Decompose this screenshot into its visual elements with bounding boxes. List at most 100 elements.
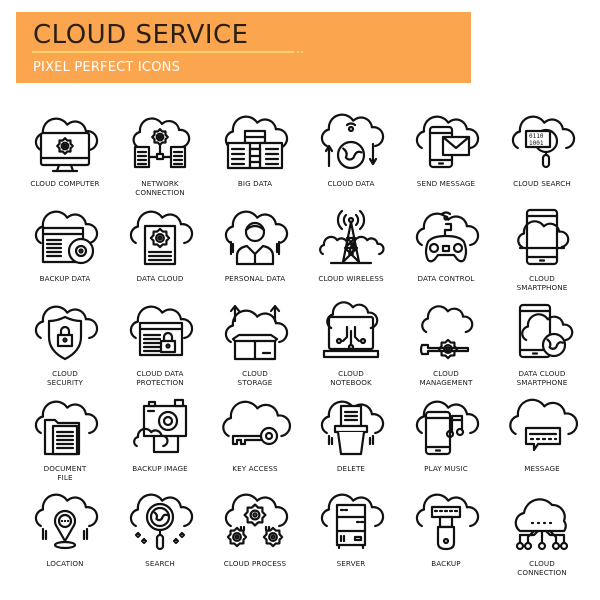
search-icon	[129, 493, 194, 551]
data-control-icon	[415, 211, 480, 263]
icon-label-line: FILE	[57, 472, 73, 482]
icon-label: LOCATION	[13, 559, 117, 569]
icon-tile-cloud-management: CLOUD MANAGEMENT	[398, 298, 494, 393]
icon-label: CLOUD SECURITY	[13, 369, 117, 387]
svg-text:1001: 1001	[529, 140, 544, 147]
cloud-notebook-icon	[322, 301, 380, 359]
icon-label-line: SEND MESSAGE	[416, 179, 476, 188]
icon-label: DATA CLOUD SMARTPHONE	[490, 369, 594, 387]
icon-tile-cloud-smartphone: CLOUD SMARTPHONE	[494, 203, 590, 298]
icon-label-line: CLOUD COMPUTER	[30, 179, 100, 188]
icon-label-line: BACKUP DATA	[39, 274, 91, 283]
icon-label-line: SEARCH	[145, 559, 175, 568]
icon-label: DATA CONTROL	[394, 274, 498, 284]
send-message-icon	[415, 115, 480, 169]
backup-image-icon	[133, 398, 188, 454]
icon-label-line: DELETE	[336, 464, 366, 473]
icon-tile-server: SERVER	[303, 488, 399, 583]
icon-tile-document-file: DOCUMENT FILE	[17, 393, 113, 488]
icon-label: NETWORK CONNECTION	[108, 179, 212, 197]
delete-icon	[320, 400, 385, 456]
icon-label: DOCUMENT FILE	[13, 464, 117, 482]
icon-tile-search: SEARCH	[112, 488, 208, 583]
icon-tile-cloud-process: CLOUD PROCESS	[207, 488, 303, 583]
icon-tile-network-connection: NETWORK CONNECTION	[112, 108, 208, 203]
icon-label: CLOUD COMPUTER	[13, 179, 117, 189]
icon-label-line: SERVER	[336, 559, 366, 568]
location-icon	[34, 493, 99, 550]
icon-label-line: BACKUP	[431, 559, 461, 568]
icon-tile-cloud-wireless: CLOUD WIRELESS	[303, 203, 399, 298]
data-cloud-icon	[129, 210, 194, 266]
svg-text:0110: 0110	[529, 133, 544, 140]
icon-label: CLOUD NOTEBOOK	[299, 369, 403, 387]
icon-tile-location: LOCATION	[17, 488, 113, 583]
icon-label: CLOUD STORAGE	[203, 369, 307, 387]
icon-label-line: PROTECTION	[136, 377, 184, 387]
icon-label-line: CLOUD SEARCH	[513, 179, 571, 188]
icon-label: MESSAGE	[490, 464, 594, 474]
key-access-icon	[222, 400, 292, 446]
data-cloud-smartphone-icon	[518, 303, 574, 359]
icon-label: DELETE	[299, 464, 403, 474]
icon-label-line: NOTEBOOK	[330, 377, 372, 387]
icon-tile-send-message: SEND MESSAGE	[398, 108, 494, 203]
icon-tile-backup-image: BACKUP IMAGE	[112, 393, 208, 488]
icon-label: BACKUP	[394, 559, 498, 569]
icon-label-line: MESSAGE	[524, 464, 560, 473]
message-icon	[509, 398, 579, 452]
icon-tile-message: MESSAGE	[494, 393, 590, 488]
icon-label: CLOUD DATA	[299, 179, 403, 189]
icon-tile-cloud-data: CLOUD DATA	[303, 108, 399, 203]
icon-label-line: CLOUD DATA	[327, 179, 375, 188]
document-file-icon	[34, 400, 99, 456]
cloud-process-icon	[224, 493, 289, 548]
icon-label: PLAY MUSIC	[394, 464, 498, 474]
icon-label: SEND MESSAGE	[394, 179, 498, 189]
icon-label-line: PERSONAL DATA	[224, 274, 286, 283]
cloud-management-icon	[419, 305, 474, 360]
icon-tile-backup-data: BACKUP DATA	[17, 203, 113, 298]
icon-tile-data-cloud: DATA CLOUD	[112, 203, 208, 298]
icon-label: SEARCH	[108, 559, 212, 569]
icon-tile-data-control: DATA CONTROL	[398, 203, 494, 298]
icon-label-line: STORAGE	[237, 377, 273, 387]
icon-label: CLOUD MANAGEMENT	[394, 369, 498, 387]
page-subtitle: PIXEL PERFECT ICONS	[33, 60, 181, 75]
icon-label: BIG DATA	[203, 179, 307, 189]
icon-label-line: SECURITY	[46, 377, 84, 387]
cloud-security-icon	[34, 305, 99, 361]
icon-tile-backup: BACKUP	[398, 488, 494, 583]
icon-label: CLOUD PROCESS	[203, 559, 307, 569]
server-icon	[320, 493, 385, 550]
icon-label: CLOUD CONNECTION	[490, 559, 594, 577]
icon-tile-cloud-data-protection: CLOUD DATA PROTECTION	[112, 298, 208, 393]
icon-label: PERSONAL DATA	[203, 274, 307, 284]
icon-label: CLOUD SMARTPHONE	[490, 274, 594, 292]
icon-label-line: LOCATION	[46, 559, 84, 568]
backup-icon	[415, 493, 480, 551]
network-connection-icon	[132, 117, 191, 169]
cloud-storage-icon	[224, 304, 289, 361]
icon-label: DATA CLOUD	[108, 274, 212, 284]
icon-label-line: DATA CLOUD	[136, 274, 184, 283]
icon-tile-personal-data: PERSONAL DATA	[207, 203, 303, 298]
icon-label-line: PLAY MUSIC	[424, 464, 468, 473]
big-data-icon	[224, 115, 289, 170]
icon-tile-play-music: PLAY MUSIC	[398, 393, 494, 488]
icon-label-line: SMARTPHONE	[516, 282, 568, 292]
title-underline	[32, 51, 294, 53]
icon-tile-key-access: KEY ACCESS	[207, 393, 303, 488]
icon-tile-delete: DELETE	[303, 393, 399, 488]
backup-data-icon	[34, 210, 99, 265]
icon-tile-cloud-connection: CLOUD CONNECTION	[494, 488, 590, 583]
icon-label: KEY ACCESS	[203, 464, 307, 474]
icon-tile-cloud-search: 0110 1001 CLOUD SEARCH	[494, 108, 590, 203]
icon-tile-cloud-notebook: CLOUD NOTEBOOK	[303, 298, 399, 393]
cloud-data-protection-icon	[129, 305, 194, 357]
icon-label-line: CONNECTION	[135, 187, 185, 197]
icon-label-line: KEY ACCESS	[232, 464, 278, 473]
cloud-smartphone-icon	[517, 208, 570, 266]
icon-label-line: DATA CONTROL	[417, 274, 475, 283]
icon-label-line: CONNECTION	[517, 567, 567, 577]
